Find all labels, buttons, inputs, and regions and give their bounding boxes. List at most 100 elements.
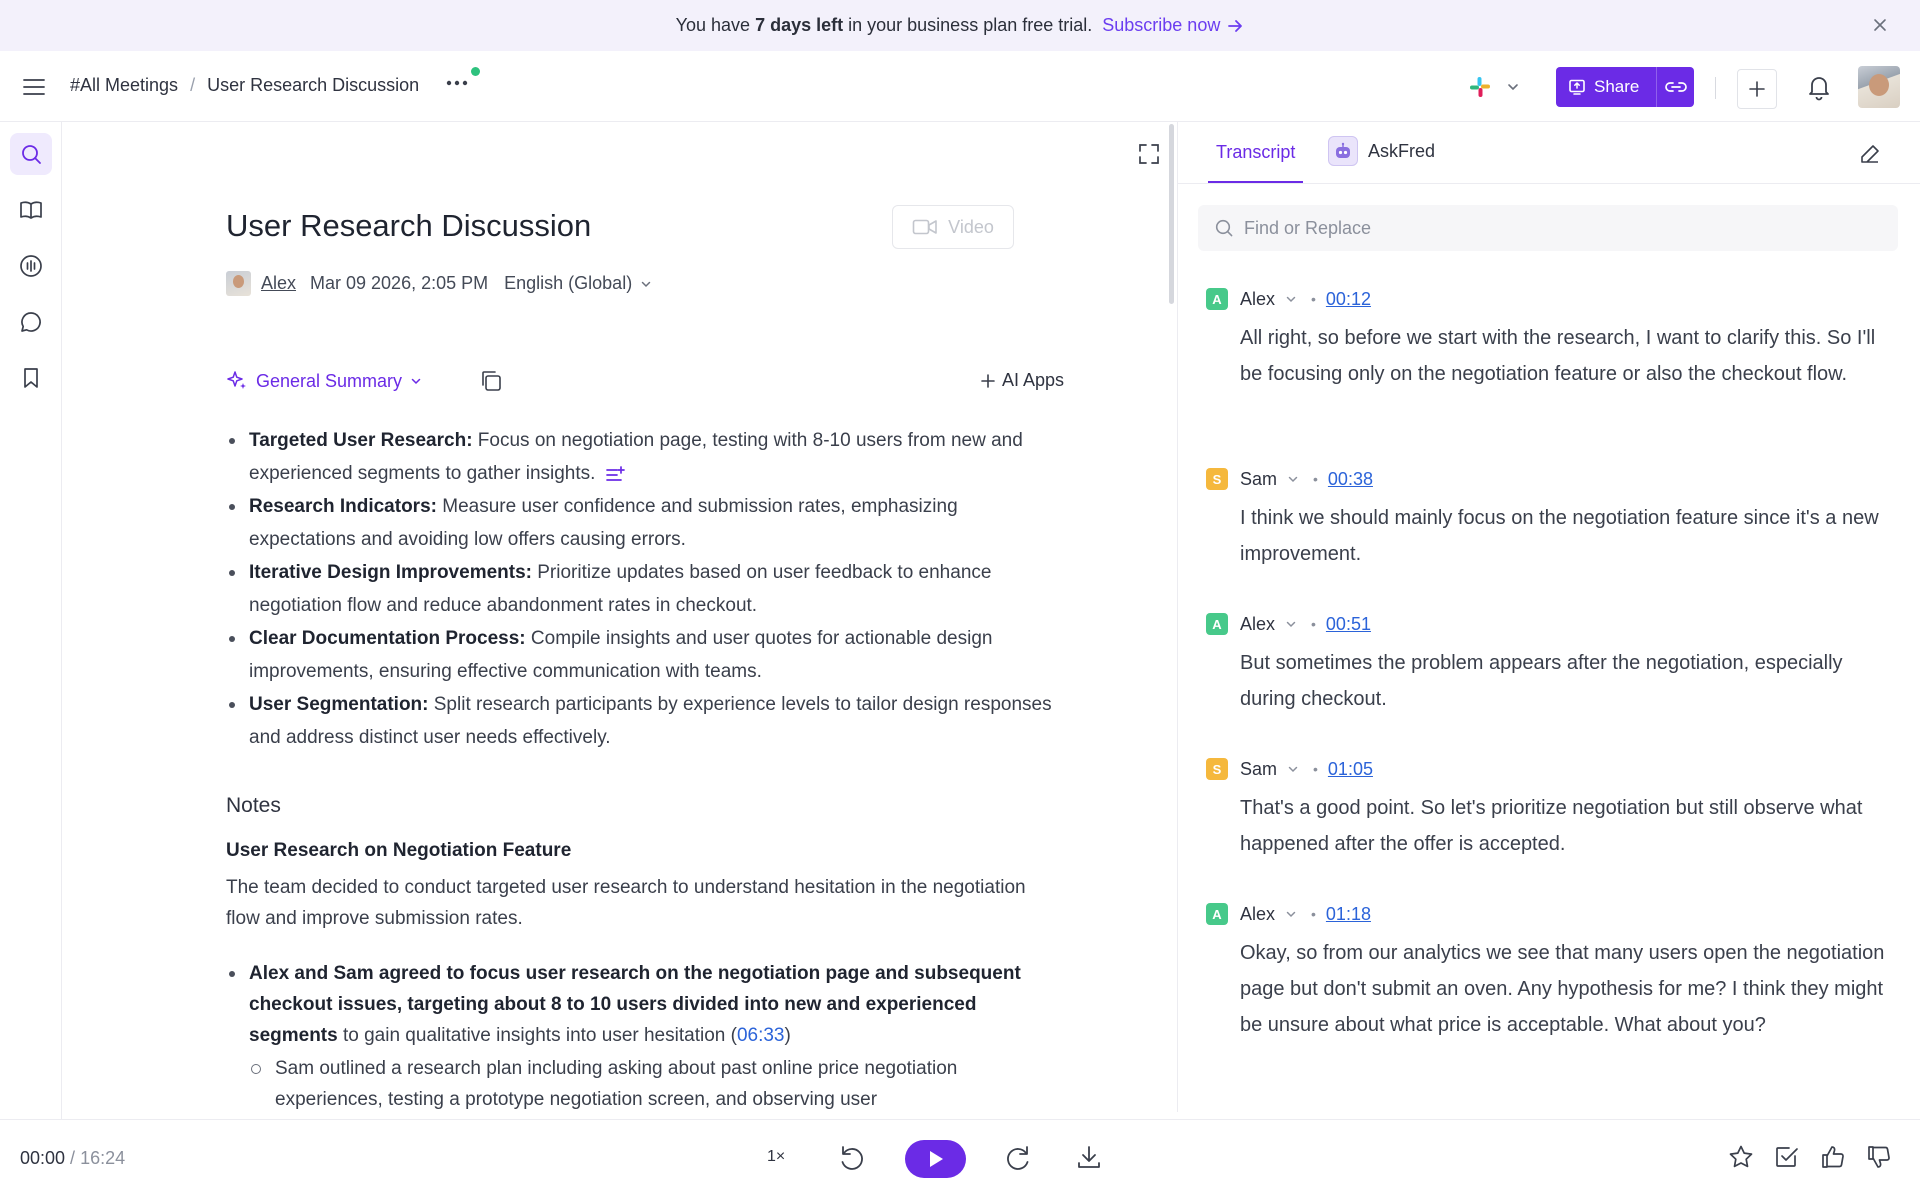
find-replace-field[interactable] (1198, 205, 1898, 251)
play-icon (929, 1151, 943, 1167)
speaker-initial-badge: A (1206, 903, 1228, 925)
audio-wave-icon (20, 255, 42, 277)
trial-text: You have 7 days left in your business pl… (675, 15, 1093, 35)
arrow-right-icon (1228, 19, 1243, 32)
thumbs-down-icon[interactable] (1866, 1144, 1892, 1170)
speaker-dropdown[interactable]: Sam (1240, 469, 1299, 490)
meeting-notes-panel: User Research Discussion Video Alex Mar … (63, 122, 1178, 1112)
chat-bubble-icon (21, 312, 41, 332)
user-avatar[interactable] (1858, 66, 1900, 108)
copy-icon[interactable] (478, 368, 504, 394)
summary-item: Research Indicators: Measure user confid… (226, 490, 1056, 556)
link-icon (1664, 82, 1687, 92)
share-button[interactable]: Share (1556, 67, 1694, 107)
menu-icon[interactable] (22, 76, 46, 98)
forward-icon[interactable] (1004, 1144, 1032, 1172)
summary-item: User Segmentation: Split research partic… (226, 688, 1056, 754)
segment-timestamp[interactable]: 00:51 (1326, 614, 1371, 635)
edit-pencil-icon[interactable] (1858, 142, 1882, 166)
playback-bar: 00:00 / 16:24 1× (0, 1119, 1920, 1200)
chevron-down-icon (641, 281, 651, 287)
subscribe-link[interactable]: Subscribe now (1102, 15, 1244, 36)
tab-transcript[interactable]: Transcript (1208, 142, 1304, 183)
online-status-dot (471, 67, 480, 76)
notes-subheading: User Research on Negotiation Feature (226, 840, 572, 861)
segment-text: Okay, so from our analytics we see that … (1240, 942, 1885, 1036)
close-banner-icon[interactable] (1870, 15, 1890, 35)
speaker-initial-badge: S (1206, 468, 1228, 490)
play-button[interactable] (905, 1140, 966, 1178)
segment-timestamp[interactable]: 00:38 (1328, 469, 1373, 490)
segment-timestamp[interactable]: 01:05 (1328, 759, 1373, 780)
video-camera-icon (912, 219, 937, 235)
dot-separator: • (1313, 761, 1318, 777)
plus-icon (981, 373, 995, 388)
segment-timestamp[interactable]: 01:18 (1326, 904, 1371, 925)
transcript-segment: A Alex • 00:12 All right, so before we s… (1206, 286, 1896, 392)
bookmark-icon (24, 368, 38, 388)
robot-icon (1328, 136, 1358, 166)
speaker-dropdown[interactable]: Sam (1240, 759, 1299, 780)
ai-apps-button[interactable]: AI Apps (980, 370, 1064, 391)
slack-integration-dropdown[interactable] (1468, 75, 1520, 99)
more-options-icon[interactable] (446, 79, 468, 87)
chevron-down-icon (411, 378, 421, 385)
dot-separator: • (1311, 906, 1316, 922)
rewind-icon[interactable] (838, 1144, 866, 1172)
share-label: Share (1594, 77, 1640, 96)
download-icon[interactable] (1076, 1144, 1102, 1170)
summary-list: Targeted User Research: Focus on negotia… (226, 424, 1056, 754)
rail-bookmarks[interactable] (10, 357, 52, 399)
share-screen-icon (1569, 79, 1585, 95)
video-button[interactable]: Video (892, 205, 1014, 249)
speaker-dropdown[interactable]: Alex (1240, 614, 1297, 635)
notes-timestamp-link[interactable]: 06:33 (737, 1025, 785, 1046)
meeting-meta: Alex Mar 09 2026, 2:05 PM English (Globa… (226, 271, 652, 296)
copy-link-button[interactable] (1656, 67, 1694, 107)
add-button[interactable] (1737, 69, 1777, 109)
playback-time: 00:00 / 16:24 (20, 1148, 126, 1168)
header-divider (1715, 77, 1716, 99)
speaker-initial-badge: A (1206, 288, 1228, 310)
search-icon (1215, 219, 1233, 237)
notes-sub-list: Sam outlined a research plan including a… (249, 1053, 1056, 1112)
tab-askfred[interactable]: AskFred (1328, 136, 1435, 166)
speaker-dropdown[interactable]: Alex (1240, 289, 1297, 310)
notes-list: Alex and Sam agreed to focus user resear… (226, 958, 1056, 1112)
breadcrumb-current: User Research Discussion (207, 75, 420, 95)
rail-search[interactable] (10, 133, 52, 175)
segment-timestamp[interactable]: 00:12 (1326, 289, 1371, 310)
author-name[interactable]: Alex (261, 273, 296, 294)
playback-speed-button[interactable]: 1× (767, 1148, 785, 1166)
segment-text: That's a good point. So let's prioritize… (1240, 797, 1863, 855)
language-dropdown[interactable]: English (Global) (504, 273, 652, 294)
search-icon (22, 145, 41, 164)
thumbs-up-icon[interactable] (1820, 1144, 1846, 1170)
breadcrumb-all-meetings[interactable]: #All Meetings (70, 75, 178, 96)
summary-type-dropdown[interactable]: General Summary (226, 370, 422, 392)
star-icon[interactable] (1728, 1144, 1754, 1170)
transcript-segment: S Sam • 01:05 That's a good point. So le… (1206, 756, 1896, 862)
transcript-tabs: Transcript AskFred (1178, 122, 1920, 184)
open-book-icon (20, 201, 42, 219)
transcript-segment: A Alex • 00:51 But sometimes the problem… (1206, 611, 1896, 717)
rail-library[interactable] (10, 189, 52, 231)
segment-text: All right, so before we start with the r… (1240, 327, 1876, 385)
chevron-down-icon (1286, 621, 1296, 628)
left-nav-rail (0, 122, 62, 1120)
trial-banner: You have 7 days left in your business pl… (0, 0, 1920, 51)
find-replace-input[interactable] (1244, 217, 1844, 239)
notes-paragraph: The team decided to conduct targeted use… (226, 877, 1026, 929)
fullscreen-icon[interactable] (1137, 142, 1161, 166)
scrollbar[interactable] (1169, 124, 1174, 304)
task-checkbox-icon[interactable] (1774, 1144, 1800, 1170)
notifications-bell-icon[interactable] (1806, 73, 1832, 101)
rail-comments[interactable] (10, 301, 52, 343)
top-header: #All Meetings / User Research Discussion… (0, 51, 1920, 122)
speaker-initial-badge: A (1206, 613, 1228, 635)
rail-soundbites[interactable] (10, 245, 52, 287)
speaker-dropdown[interactable]: Alex (1240, 904, 1297, 925)
add-action-item-icon[interactable] (605, 466, 626, 482)
notes-heading: Notes (226, 794, 281, 817)
dot-separator: • (1313, 471, 1318, 487)
